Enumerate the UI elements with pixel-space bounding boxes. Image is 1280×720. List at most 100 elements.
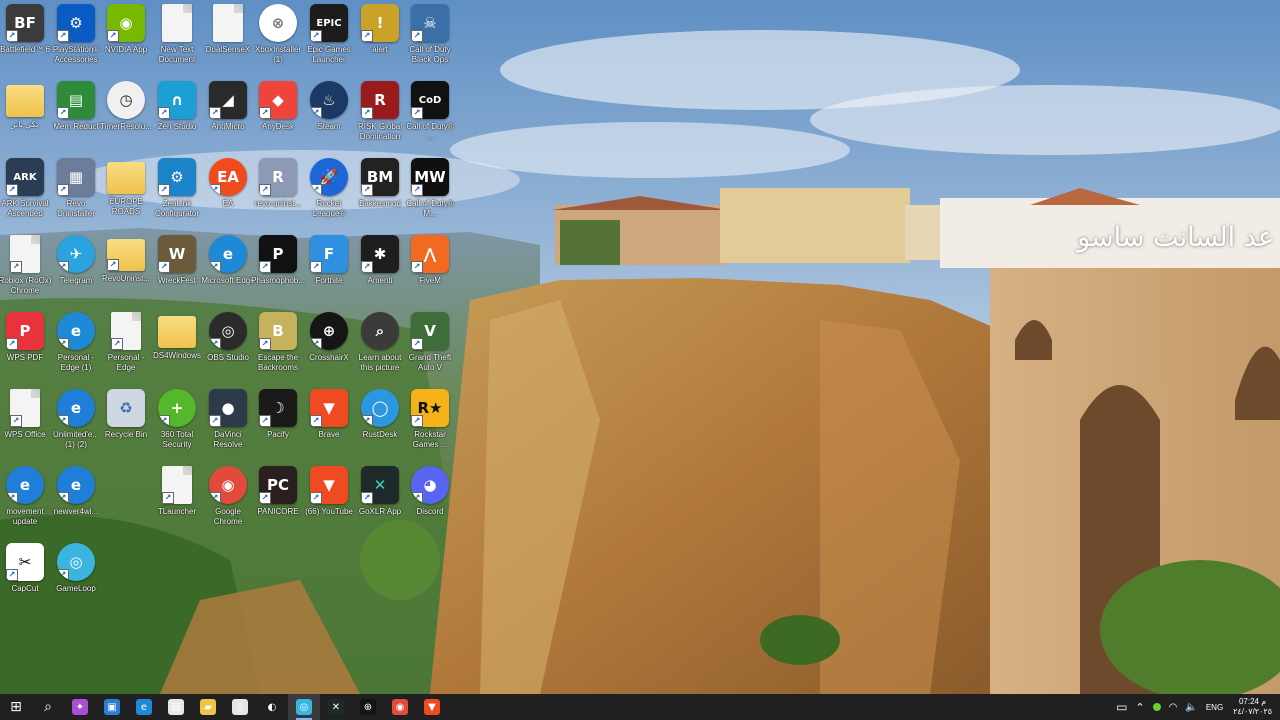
desktop-shortcut-label: Learn about this picture xyxy=(358,353,402,372)
desktop-shortcut[interactable]: نكي بانر xyxy=(0,81,50,157)
desktop-shortcut[interactable]: e newver4wi... xyxy=(51,466,101,542)
desktop-shortcut[interactable]: ◷ TimerResolu... xyxy=(100,81,152,157)
language-indicator[interactable]: ENG xyxy=(1206,703,1223,712)
notification-icon[interactable]: ▭ xyxy=(1116,700,1127,714)
desktop-shortcut[interactable]: ! alert xyxy=(355,4,405,80)
taskbar-button[interactable]: ⊞ xyxy=(0,694,32,720)
desktop-shortcut[interactable]: ♻ Recycle Bin xyxy=(101,389,151,465)
desktop-shortcut[interactable]: ✱ Amenti xyxy=(355,235,405,311)
desktop-shortcut[interactable]: TLauncher xyxy=(152,466,202,542)
desktop-shortcut[interactable]: DS4Windows xyxy=(152,312,202,388)
desktop-shortcut[interactable]: e Personal - Edge (1) xyxy=(51,312,101,388)
desktop-shortcut[interactable]: ● DaVinci Resolve xyxy=(203,389,253,465)
taskbar-button[interactable]: e xyxy=(128,694,160,720)
desktop-shortcut[interactable]: ✕ GoXLR App xyxy=(355,466,405,542)
desktop-shortcut[interactable]: BM Bakkesmod xyxy=(355,158,405,234)
desktop-shortcut[interactable]: ▼ (66) YouTube xyxy=(304,466,354,542)
taskbar-button[interactable]: ✕ xyxy=(320,694,352,720)
desktop-shortcut[interactable]: ☽ Pacify xyxy=(253,389,303,465)
taskbar-button[interactable]: ⊕ xyxy=(352,694,384,720)
desktop-shortcut-label: Epic Games Launcher xyxy=(307,45,351,64)
taskbar-button[interactable]: ▼ xyxy=(416,694,448,720)
timer-resolution-icon: ◷ xyxy=(107,81,145,119)
battlefield-icon: BF xyxy=(6,4,44,42)
desktop-shortcut[interactable]: F Fortnite xyxy=(304,235,354,311)
taskbar-button[interactable]: ▤ xyxy=(160,694,192,720)
desktop-shortcut[interactable]: V Grand Theft Auto V xyxy=(405,312,455,388)
desktop-shortcut[interactable]: ◉ NVIDIA App xyxy=(101,4,151,80)
search-icon: ⌕ xyxy=(44,699,52,715)
desktop-shortcut[interactable]: ▦ Revo Uninstaller xyxy=(51,158,101,234)
taskbar-button[interactable]: ◐ xyxy=(256,694,288,720)
desktop-shortcut[interactable]: e Unlimited'e... (1) (2) xyxy=(51,389,101,465)
network-status-icon[interactable] xyxy=(1152,703,1161,711)
desktop-shortcut[interactable]: BF Battlefield™ 6 xyxy=(0,4,50,80)
desktop-shortcut[interactable]: CoD Call of Duty® ... xyxy=(405,81,455,157)
desktop-shortcut[interactable]: Rrevo-uninst... xyxy=(253,158,303,234)
desktop-shortcut[interactable]: RevoUninst... xyxy=(101,235,151,311)
desktop-shortcut-label: WPS PDF xyxy=(6,353,44,362)
desktop-shortcut[interactable]: New Text Document xyxy=(152,4,202,80)
desktop-shortcut[interactable]: ⊕ CrosshairX xyxy=(304,312,354,388)
desktop-shortcut[interactable]: ✈ Telegram xyxy=(51,235,101,311)
desktop-shortcut[interactable]: ⌕ Learn about this picture xyxy=(355,312,405,388)
desktop-shortcut[interactable]: WPS Office xyxy=(0,389,50,465)
desktop-shortcut[interactable]: W WreckFest xyxy=(152,235,202,311)
desktop-shortcut[interactable]: ⋀ FiveM xyxy=(405,235,455,311)
taskbar-button[interactable]: ⌕ xyxy=(32,694,64,720)
desktop-shortcut[interactable]: ⚙ ZenLink Configurator xyxy=(152,158,202,234)
brave-taskbar-icon: ▼ xyxy=(424,699,440,715)
desktop-shortcut[interactable]: e movement update xyxy=(0,466,50,542)
clock-date: ٢٤/٠٧/٢٠٢٥ xyxy=(1233,707,1272,716)
desktop-shortcut[interactable]: P WPS PDF xyxy=(0,312,50,388)
desktop-shortcut[interactable]: ◎ GameLoop xyxy=(51,543,101,619)
epic-games-icon: EPIC xyxy=(310,4,348,42)
desktop-shortcut[interactable]: ◎ OBS Studio xyxy=(203,312,253,388)
desktop-shortcut[interactable]: ◉ Google Chrome xyxy=(203,466,253,542)
desktop-shortcut[interactable]: B Escape the Backrooms xyxy=(253,312,303,388)
desktop-shortcut[interactable]: DualSenseX xyxy=(203,4,253,80)
desktop-shortcut[interactable]: ⊗ XboxInstaller (1) xyxy=(253,4,303,80)
desktop-shortcut[interactable]: ☠ Call of Duty Black Ops xyxy=(405,4,455,80)
desktop-shortcut[interactable]: ▼ Brave xyxy=(304,389,354,465)
desktop-shortcut[interactable]: ARK ARK Survival Ascended xyxy=(0,158,50,234)
volume-icon[interactable]: 🔈 xyxy=(1185,702,1197,713)
taskbar-button[interactable]: ▯ xyxy=(224,694,256,720)
risk-icon: R xyxy=(361,81,399,119)
desktop-shortcut[interactable]: R RISK Global Domination xyxy=(355,81,405,157)
desktop-shortcut[interactable]: ◢ AntiMicro xyxy=(203,81,253,157)
desktop-shortcut[interactable]: EUROPE ROADS xyxy=(101,158,151,234)
desktop-shortcut[interactable]: ✂ CapCut xyxy=(0,543,50,619)
desktop-shortcut[interactable]: ⚙ PlayStation® Accessories xyxy=(51,4,101,80)
desktop-shortcut[interactable]: ◯ RustDesk xyxy=(355,389,405,465)
desktop-shortcut[interactable]: +360 Total Security xyxy=(152,389,202,465)
desktop-shortcut[interactable]: ∩ Zen Studio xyxy=(152,81,202,157)
clock[interactable]: 07:24 م ٢٤/٠٧/٢٠٢٥ xyxy=(1233,697,1272,717)
taskbar-button[interactable]: ◎ xyxy=(288,694,320,720)
taskbar-button[interactable]: ▣ xyxy=(96,694,128,720)
taskbar-button[interactable]: ◉ xyxy=(384,694,416,720)
taskbar-button[interactable]: ✦ xyxy=(64,694,96,720)
desktop-shortcut[interactable]: ▤ Mem Reduct xyxy=(51,81,101,157)
desktop-shortcut-label: AnyDesk xyxy=(261,122,294,131)
anydesk-icon: ◆ xyxy=(259,81,297,119)
desktop-shortcut[interactable]: R★ Rockstar Games ... xyxy=(405,389,455,465)
wifi-icon[interactable]: ◠ xyxy=(1169,702,1178,713)
desktop-shortcut[interactable]: Personal - Edge xyxy=(101,312,151,388)
clock-time: 07:24 م xyxy=(1238,697,1267,706)
desktop-shortcut[interactable]: P Phasmophob... xyxy=(251,235,305,311)
shortcut-arrow-icon xyxy=(57,492,69,504)
desktop-shortcut[interactable]: ◆ AnyDesk xyxy=(253,81,303,157)
chevron-up-icon[interactable]: ⌃ xyxy=(1135,701,1144,714)
taskbar-button[interactable]: ▰ xyxy=(192,694,224,720)
desktop-shortcut[interactable]: 🚀 Rocket League® xyxy=(304,158,354,234)
desktop-shortcut[interactable]: e Microsoft Edge xyxy=(201,235,255,311)
desktop-shortcut[interactable]: ◕ Discord xyxy=(405,466,455,542)
shortcut-arrow-icon xyxy=(411,338,423,350)
desktop-shortcut[interactable]: MW Call of Duty® M... xyxy=(405,158,455,234)
desktop-shortcut[interactable]: EPIC Epic Games Launcher xyxy=(304,4,354,80)
desktop-shortcut[interactable]: PC PANICORE xyxy=(253,466,303,542)
desktop-shortcut[interactable]: ♨ Steam xyxy=(304,81,354,157)
desktop-shortcut[interactable]: EA EA xyxy=(203,158,253,234)
desktop-shortcut[interactable]: Roblox (RoOx) Chrome xyxy=(0,235,51,311)
